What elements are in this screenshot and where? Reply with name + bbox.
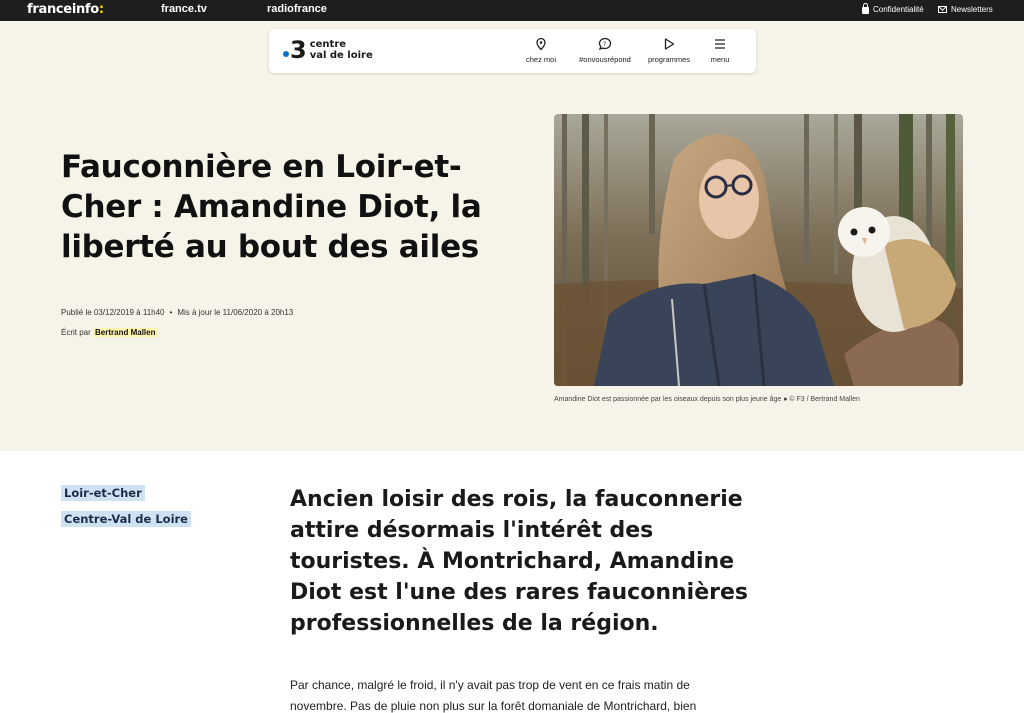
article-body-paragraph: Par chance, malgré le froid, il n'y avai… [290,678,697,713]
privacy-link[interactable]: Confidentialité [862,3,924,14]
france3-cvl-logo[interactable]: 3 centre val de loire [283,36,373,64]
tag-centre-val-de-loire[interactable]: Centre-Val de Loire [61,511,191,527]
nav-onvousrepond[interactable]: ? #onvousrépond [573,37,637,64]
region-line-1: centre [309,39,347,50]
regional-nav: 3 centre val de loire chez moi ? #onvous… [269,29,756,73]
article-author: Écrit par Bertrand Mallen [61,328,158,337]
author-name-link[interactable]: Bertrand Mallen [93,328,158,337]
author-prefix: Écrit par [61,328,91,337]
privacy-label: Confidentialité [873,5,924,14]
mail-icon [938,6,947,13]
photo-caption: Amandine Diot est passionnée par les ois… [554,396,860,403]
article-dates: Publié le 03/12/2019 à 11h40 • Mis à jour … [61,308,293,317]
nav-chez-moi-label: chez moi [525,55,556,64]
nav-programmes-label: programmes [647,55,691,64]
region-name: centre val de loire [310,39,373,61]
nav-chez-moi[interactable]: chez moi [521,37,561,64]
play-icon [664,38,675,50]
logo-dot-icon [283,51,289,57]
article-photo[interactable] [554,114,963,386]
top-bar: franceinfo: france.tv radiofrance Confid… [0,0,1024,21]
region-line-2: val de loire [309,50,373,61]
franceinfo-logo[interactable]: franceinfo: [27,2,104,17]
speech-bubble-icon: ? [598,37,612,51]
nav-programmes[interactable]: programmes [643,37,695,64]
nav-onvousrepond-label: #onvousrépond [579,55,631,64]
meta-separator: • [169,308,173,317]
logo-number: 3 [290,36,307,64]
newsletters-label: Newsletters [951,5,993,14]
radiofrance-link[interactable]: radiofrance [267,3,327,15]
article-title: Fauconnière en Loir-et-Cher : Amandine D… [61,149,482,265]
nav-menu[interactable]: menu [705,37,735,64]
article-hero: 3 centre val de loire chez moi ? #onvous… [0,21,1024,451]
location-pin-icon [536,37,546,51]
lock-icon [862,3,869,14]
newsletters-link[interactable]: Newsletters [938,5,993,14]
falconer-with-owl-image [554,114,963,386]
hamburger-menu-icon [715,39,725,49]
published-date: Publié le 03/12/2019 à 11h40 [61,308,165,317]
article-lede: Ancien loisir des rois, la fauconnerie a… [290,487,748,636]
nav-menu-label: menu [710,55,730,64]
svg-text:?: ? [603,41,606,48]
updated-date: Mis à jour le 11/06/2020 à 20h13 [177,308,294,317]
tag-loir-et-cher[interactable]: Loir-et-Cher [61,485,145,501]
francetv-link[interactable]: france.tv [161,3,207,15]
